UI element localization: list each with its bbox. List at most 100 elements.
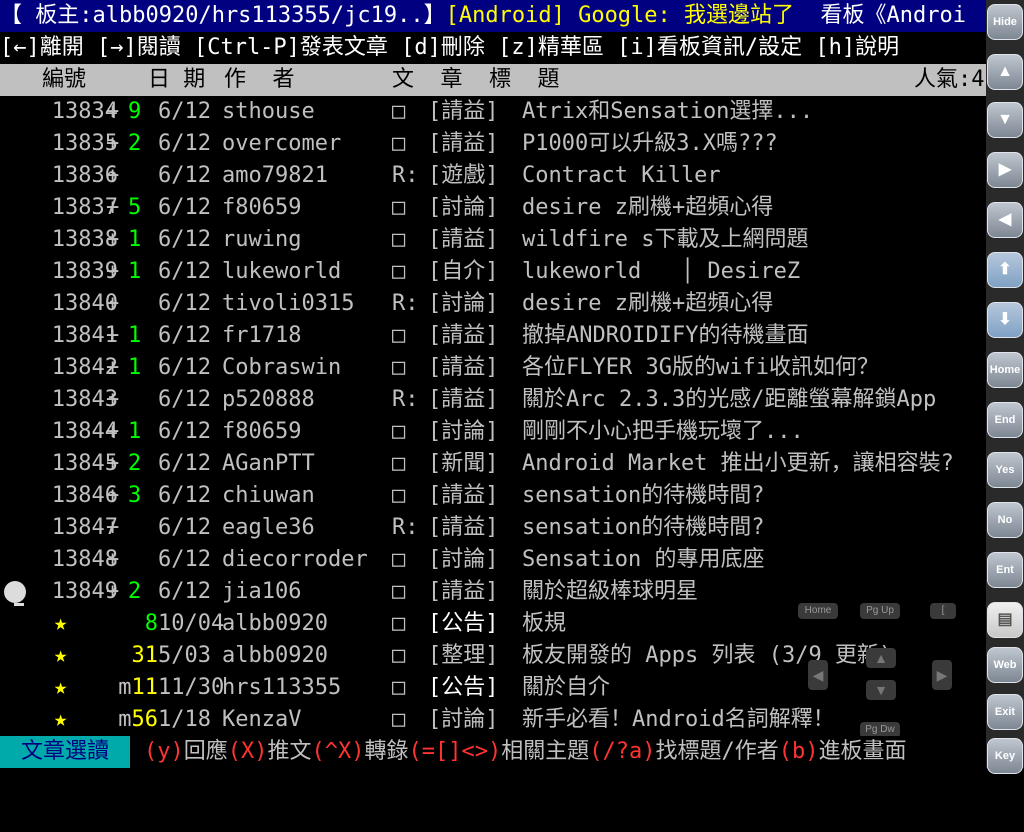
pinned-title[interactable]: 新手必看！Android名詞解釋！ (522, 704, 835, 736)
pinned-category: [公告] (428, 611, 499, 636)
post-type-mark: □ (392, 131, 406, 156)
down-arrow-icon[interactable]: ▼ (987, 102, 1023, 138)
post-title[interactable]: Atrix和Sensation選擇... (522, 96, 813, 128)
post-author: diecorroder (222, 547, 368, 572)
post-title[interactable]: 撤掉ANDROIDIFY的待機畫面 (522, 320, 808, 352)
post-row[interactable]: 13844 +1 6/12 f80659 □ [討論] 剛剛不小心把手機玩壞了... (0, 416, 986, 448)
end-button[interactable]: End (987, 402, 1023, 438)
right-arrow-icon[interactable]: ▶ (987, 152, 1023, 188)
post-recommend-count: 2 (128, 451, 142, 476)
post-row[interactable]: 13834 +9 6/12 sthouse □ [請益] Atrix和Sensation選擇… (0, 96, 986, 128)
post-number: 13838 (51, 227, 118, 252)
post-row[interactable]: 13849 +2 6/12 jia106 □ [請益] 關於超級棒球明星 (0, 576, 986, 608)
post-title[interactable]: P1000可以升級3.X嗎??? (522, 128, 778, 160)
post-row[interactable]: 13837 +5 6/12 f80659 □ [討論] desire z刷機+超頻心得 (0, 192, 986, 224)
pinned-mark-prefix: m (118, 675, 132, 700)
overlay-home-key[interactable]: Home (798, 603, 838, 619)
overlay-pgup-key[interactable]: Pg Up (860, 603, 900, 619)
post-author: tivoli0315 (222, 291, 355, 316)
mode-label: 文章選讀 (0, 736, 130, 768)
post-title[interactable]: lukeworld │ DesireZ (522, 256, 800, 288)
post-row[interactable]: 13843 +6/12 p520888 R: [請益] 關於Arc 2.3.3的光感/距離… (0, 384, 986, 416)
no-button[interactable]: No (987, 502, 1023, 538)
post-date: 6/12 (158, 515, 211, 540)
post-number: 13846 (51, 483, 118, 508)
cursor-underline (14, 603, 24, 606)
yes-button[interactable]: Yes (987, 452, 1023, 488)
ent-button[interactable]: Ent (987, 552, 1023, 588)
pinned-row[interactable]: ★ m56 1/18 KenzaV □ [討論] 新手必看！Android名詞解釋！ (0, 704, 986, 736)
home-button[interactable]: Home (987, 352, 1023, 388)
post-row[interactable]: 13846 +3 6/12 chiuwan □ [請益] sensation的待機時間? (0, 480, 986, 512)
post-title[interactable]: Sensation 的專用底座 (522, 544, 764, 576)
pinned-date: 11/30 (158, 675, 225, 700)
page-up-icon[interactable]: ⬆ (987, 252, 1023, 288)
key-hint-相關主題: (=[]<>) (408, 739, 502, 764)
pinned-row[interactable]: ★ 31 5/03 albb0920 □ [整理] 板友開發的 Apps 列表 (3/9 更… (0, 640, 986, 672)
post-unread-mark: + (106, 291, 120, 316)
post-title[interactable]: Android Market 推出小更新，讓相容裝? (522, 448, 954, 480)
post-title[interactable]: desire z刷機+超頻心得 (522, 192, 773, 224)
page-down-icon[interactable]: ⬇ (987, 302, 1023, 338)
post-author: jia106 (222, 579, 302, 604)
post-title[interactable]: wildfire s下載及上網問題 (522, 224, 808, 256)
post-title[interactable]: sensation的待機時間? (522, 512, 764, 544)
hide-button[interactable]: Hide (987, 4, 1023, 40)
pinned-mark-prefix: m (118, 707, 132, 732)
pinned-title[interactable]: 板規 (522, 608, 566, 640)
post-unread-mark: + (106, 259, 120, 284)
pinned-type-mark: □ (392, 611, 406, 636)
post-author: Cobraswin (222, 355, 342, 380)
overlay-left-arrow-icon[interactable]: ◀ (808, 660, 828, 690)
post-type-mark: □ (392, 99, 406, 124)
post-recommend-count: 1 (128, 323, 142, 348)
post-row[interactable]: 13847 +6/12 eagle36 R: [請益] sensation的待機時間? (0, 512, 986, 544)
overlay-down-arrow-icon[interactable]: ▼ (866, 680, 896, 700)
post-row[interactable]: 13840 +6/12 tivoli0315 R: [討論] desire z刷機+超頻心… (0, 288, 986, 320)
post-title[interactable]: sensation的待機時間? (522, 480, 764, 512)
pinned-count: 31 (104, 640, 159, 672)
key-button[interactable]: Key (987, 738, 1023, 774)
post-row[interactable]: 13848 +6/12 diecorroder □ [討論] Sensation 的專用底… (0, 544, 986, 576)
pinned-row[interactable]: ★ m11 11/30 hrs113355 □ [公告] 關於自介 (0, 672, 986, 704)
post-title[interactable]: 關於超級棒球明星 (522, 576, 698, 608)
pinned-title[interactable]: 板友開發的 Apps 列表 (3/9 更新) (522, 640, 892, 672)
overlay-right-arrow-icon[interactable]: ▶ (932, 660, 952, 690)
post-row[interactable]: 13839 +1 6/12 lukeworld □ [自介] lukeworld │ Des… (0, 256, 986, 288)
post-title[interactable]: Contract Killer (522, 160, 721, 192)
overlay-up-arrow-icon[interactable]: ▲ (866, 648, 896, 668)
pinned-row[interactable]: ★ 8 10/04 albb0920 □ [公告] 板規 (0, 608, 986, 640)
overlay-bracket-key[interactable]: [ (930, 603, 956, 619)
post-row[interactable]: 13835 +2 6/12 overcomer □ [請益] P1000可以升級3.X嗎??… (0, 128, 986, 160)
pinned-title[interactable]: 關於自介 (522, 672, 610, 704)
post-title[interactable]: 關於Arc 2.3.3的光感/距離螢幕解鎖App (522, 384, 936, 416)
post-title[interactable]: desire z刷機+超頻心得 (522, 288, 773, 320)
key-hint-進板畫面: (b) (778, 739, 819, 764)
exit-button[interactable]: Exit (987, 694, 1023, 730)
post-recommend-count: 1 (128, 419, 142, 444)
key-hint-label: 進板畫面 (818, 739, 907, 764)
post-date: 6/12 (158, 259, 211, 284)
post-row[interactable]: 13845 +2 6/12 AGanPTT □ [新聞] Android Market 推出… (0, 448, 986, 480)
post-row[interactable]: 13841 +1 6/12 fr1718 □ [請益] 撤掉ANDROIDIFY的待機畫面 (0, 320, 986, 352)
web-button[interactable]: Web (987, 647, 1023, 683)
header-date: 日 期 (148, 67, 206, 92)
document-icon[interactable]: ▤ (987, 602, 1023, 638)
post-row[interactable]: 13838 +1 6/12 ruwing □ [請益] wildfire s下載及上網問題 (0, 224, 986, 256)
post-row[interactable]: 13842 +1 6/12 Cobraswin □ [請益] 各位FLYER 3G版的wif… (0, 352, 986, 384)
post-type-mark: R: (392, 387, 419, 412)
post-type-mark: □ (392, 195, 406, 220)
post-row[interactable]: 13836 +6/12 amo79821 R: [遊戲] Contract Killer (0, 160, 986, 192)
post-date: 6/12 (158, 323, 211, 348)
post-category: [請益] (428, 227, 499, 252)
post-author: lukeworld (222, 259, 342, 284)
post-number: 13837 (51, 195, 118, 220)
pinned-type-mark: □ (392, 643, 406, 668)
left-arrow-icon[interactable]: ◀ (987, 202, 1023, 238)
post-title[interactable]: 各位FLYER 3G版的wifi收訊如何？ (522, 352, 879, 384)
post-type-mark: □ (392, 419, 406, 444)
post-recommend-count: 5 (128, 195, 142, 220)
title-bar: 【 板主:albb0920/hrs113355/jc19..】[Android]… (0, 0, 986, 32)
up-arrow-icon[interactable]: ▲ (987, 54, 1023, 90)
post-title[interactable]: 剛剛不小心把手機玩壞了... (522, 416, 804, 448)
